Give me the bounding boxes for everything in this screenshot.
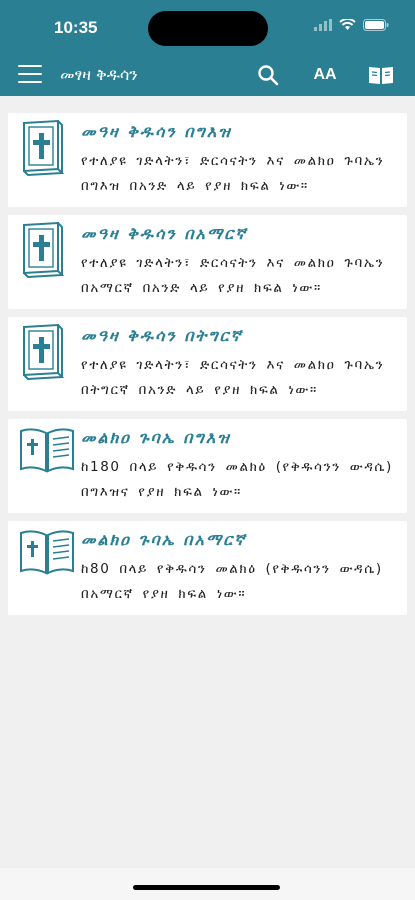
list-item[interactable]: መዓዛ ቅዱሳን በአማርኛ የተለያዩ ገድላትን፣ ድርሳናትን እና መል…	[8, 215, 407, 309]
item-description: ከ80 በላይ የቅዱሳን መልክዕ (የቅዱሳንን ውዳሴ) በአማርኛ የያ…	[81, 561, 383, 602]
dynamic-island	[148, 11, 268, 46]
wifi-icon	[339, 19, 356, 30]
list-item[interactable]: መልክዐ ጉባኤ በግእዝ ከ180 በላይ የቅዱሳን መልክዕ (የቅዱሳን…	[8, 419, 407, 513]
bible-icon	[18, 323, 68, 383]
list-item[interactable]: መዓዛ ቅዱሳን በግእዝ የተለያዩ ገድላትን፣ ድርሳናትን እና መልክ…	[8, 113, 407, 207]
item-title: መልክዐ ጉባኤ በአማርኛ	[81, 530, 247, 549]
bottom-safe-area	[0, 868, 415, 900]
bible-icon	[18, 119, 68, 179]
status-time: 10:35	[54, 18, 98, 37]
signal-icon	[314, 19, 332, 31]
list-item[interactable]: መልክዐ ጉባኤ በአማርኛ ከ80 በላይ የቅዱሳን መልክዕ (የቅዱሳን…	[8, 521, 407, 615]
status-bar: 10:35	[0, 0, 415, 54]
item-description: የተለያዩ ገድላትን፣ ድርሳናትን እና መልክዐ ጉባኤን በአማርኛ በ…	[81, 255, 385, 296]
item-title: መዓዛ ቅዱሳን በአማርኛ	[81, 224, 248, 243]
open-book-icon	[18, 527, 74, 587]
item-description: ከ180 በላይ የቅዱሳን መልክዕ (የቅዱሳንን ውዳሴ) በግእዝና የ…	[81, 459, 393, 500]
item-title: መዓዛ ቅዱሳን በትግርኛ	[81, 326, 243, 345]
font-size-icon[interactable]: AA	[312, 62, 338, 88]
home-indicator[interactable]	[133, 885, 280, 890]
status-icons	[314, 19, 389, 31]
list-item[interactable]: መዓዛ ቅዱሳን በትግርኛ የተለያዩ ገድላትን፣ ድርሳናትን እና መል…	[8, 317, 407, 411]
item-description: የተለያዩ ገድላትን፣ ድርሳናትን እና መልክዐ ጉባኤን በግእዝ በአ…	[81, 153, 385, 194]
content-list: መዓዛ ቅዱሳን በግእዝ የተለያዩ ገድላትን፣ ድርሳናትን እና መልክ…	[8, 113, 407, 623]
battery-icon	[363, 19, 389, 31]
open-book-icon	[18, 425, 74, 485]
menu-icon[interactable]	[18, 65, 42, 85]
page-title: መፃዛ ቅዱሳን	[60, 65, 138, 84]
book-open-icon[interactable]	[368, 62, 394, 88]
item-description: የተለያዩ ገድላትን፣ ድርሳናትን እና መልክዐ ጉባኤን በትግርኛ በ…	[81, 357, 385, 398]
bible-icon	[18, 221, 68, 281]
item-title: መዓዛ ቅዱሳን በግእዝ	[81, 122, 232, 141]
search-icon[interactable]	[255, 62, 281, 88]
item-title: መልክዐ ጉባኤ በግእዝ	[81, 428, 231, 447]
app-bar: መፃዛ ቅዱሳን AA	[0, 54, 415, 96]
